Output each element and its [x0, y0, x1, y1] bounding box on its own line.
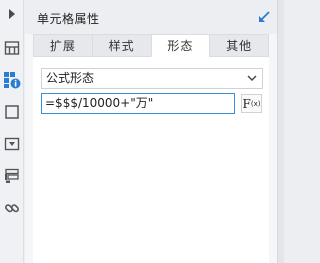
pin-arrow-icon[interactable] [257, 10, 271, 24]
tab-content: 公式形态 =$$$/10000+"万" F (x) [33, 57, 269, 263]
tab-expand[interactable]: 扩展 [33, 34, 92, 57]
panel-title: 单元格属性 [37, 12, 100, 26]
link-icon[interactable] [0, 194, 24, 222]
tab-style[interactable]: 样式 [91, 34, 151, 57]
panel-header: 单元格属性 [25, 0, 277, 34]
formula-editor-button[interactable]: F (x) [241, 94, 262, 113]
tab-form[interactable]: 形态 [150, 34, 210, 57]
widget-box-icon[interactable] [0, 98, 24, 126]
collapse-arrow-icon[interactable] [0, 6, 24, 22]
form-type-select[interactable]: 公式形态 [41, 68, 263, 89]
tab-bar: 扩展 样式 形态 其他 [33, 34, 269, 57]
cell-attributes-panel: 单元格属性 扩展 样式 形态 其他 公式形态 =$$$/10000+"万" F(… [25, 0, 277, 263]
formula-input[interactable]: =$$$/10000+"万" [41, 93, 235, 114]
form-type-value: 公式形态 [46, 71, 95, 85]
table-layout-icon[interactable] [0, 34, 24, 62]
cell-attributes-icon[interactable] [0, 66, 24, 94]
fx-icon-sub: (x) [250, 99, 261, 108]
form-layout-icon[interactable] [0, 162, 24, 190]
chevron-down-icon [247, 75, 257, 81]
fx-icon-label: F [242, 96, 251, 111]
tab-other[interactable]: 其他 [209, 34, 269, 57]
right-scroll-edge [277, 0, 284, 263]
dropdown-box-icon[interactable] [0, 130, 24, 158]
icon-rail [0, 0, 24, 263]
